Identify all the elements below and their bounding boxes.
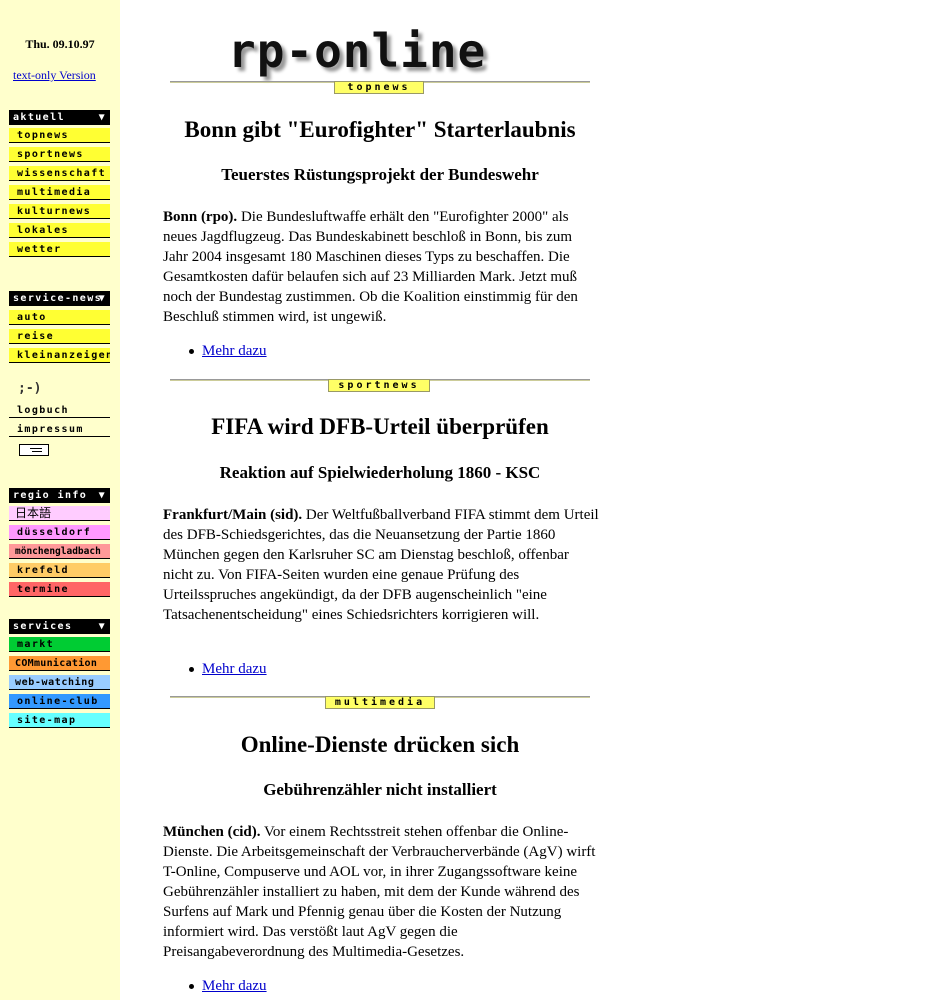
more-link-item: Mehr dazu [189, 661, 267, 678]
article-body: Frankfurt/Main (sid). Der Weltfußballver… [163, 505, 599, 625]
nav-wissenschaft[interactable]: wissenschaft [9, 166, 110, 181]
nav-kulturnews[interactable]: kulturnews [9, 204, 110, 219]
dropdown-arrow-icon: ▼ [98, 293, 106, 304]
services-header[interactable]: services ▼ [9, 619, 110, 634]
section-label-multimedia: multimedia [325, 696, 435, 709]
nav-sportnews[interactable]: sportnews [9, 147, 110, 162]
article-subheadline: Gebührenzähler nicht installiert [263, 780, 497, 799]
bullet-icon [189, 349, 194, 355]
nav-web-watching[interactable]: web-watching [9, 675, 110, 690]
nav-termine[interactable]: termine [9, 582, 110, 597]
more-link[interactable]: Mehr dazu [202, 343, 267, 359]
section-label-topnews: topnews [334, 81, 424, 94]
nav-site-map[interactable]: site-map [9, 713, 110, 728]
site-logo[interactable]: rp-online [228, 26, 486, 76]
article-headline: FIFA wird DFB-Urteil überprüfen [211, 414, 549, 439]
nav-moenchengladbach[interactable]: mönchengladbach [9, 544, 110, 559]
text-only-link[interactable]: text-only Version [13, 68, 96, 83]
nav-reise[interactable]: reise [9, 329, 110, 344]
nav-online-club[interactable]: online-club [9, 694, 110, 709]
nav-krefeld[interactable]: krefeld [9, 563, 110, 578]
bullet-icon [189, 984, 194, 990]
article-dateline: München (cid). [163, 824, 261, 840]
nav-wetter[interactable]: wetter [9, 242, 110, 257]
dropdown-arrow-icon: ▼ [98, 621, 106, 632]
article-body: Bonn (rpo). Die Bundesluftwaffe erhält d… [163, 207, 599, 327]
article-text: Vor einem Rechtsstreit stehen offenbar d… [163, 824, 596, 960]
dropdown-arrow-icon: ▼ [98, 112, 106, 123]
article-headline: Online-Dienste drücken sich [240, 732, 520, 757]
dropdown-arrow-icon: ▼ [98, 490, 106, 501]
service-news-header[interactable]: service-news ▼ [9, 291, 110, 306]
aktuell-header[interactable]: aktuell ▼ [9, 110, 110, 125]
nav-communication[interactable]: COMmunication [9, 656, 110, 671]
more-link[interactable]: Mehr dazu [202, 661, 267, 677]
regio-info-header-label: regio info [13, 490, 88, 501]
nav-topnews[interactable]: topnews [9, 128, 110, 143]
aktuell-header-label: aktuell [13, 112, 65, 123]
nav-lokales[interactable]: lokales [9, 223, 110, 238]
article-body: München (cid). Vor einem Rechtsstreit st… [163, 822, 599, 962]
nav-logbuch[interactable]: logbuch [9, 403, 110, 418]
services-header-label: services [13, 621, 73, 632]
article-headline: Bonn gibt "Eurofighter" Starterlaubnis [184, 117, 576, 142]
article-subheadline: Reaktion auf Spielwiederholung 1860 - KS… [219, 463, 541, 482]
service-news-header-label: service-news [13, 293, 103, 304]
more-link[interactable]: Mehr dazu [202, 978, 267, 994]
article-text: Der Weltfußballverband FIFA stimmt dem U… [163, 507, 599, 623]
mail-icon[interactable] [19, 444, 49, 456]
smiley-label: ;-) [18, 381, 42, 396]
sidebar: Thu. 09.10.97 text-only Version aktuell ▼… [0, 0, 120, 1000]
nav-kleinanzeigen[interactable]: kleinanzeigen [9, 348, 110, 363]
more-link-item: Mehr dazu [189, 978, 267, 995]
nav-multimedia[interactable]: multimedia [9, 185, 110, 200]
nav-auto[interactable]: auto [9, 310, 110, 325]
section-label-sportnews: sportnews [328, 379, 430, 392]
article-dateline: Bonn (rpo). [163, 209, 238, 225]
nav-japanese[interactable]: 日本語 [9, 506, 110, 521]
more-link-item: Mehr dazu [189, 343, 267, 360]
bullet-icon [189, 667, 194, 673]
nav-duesseldorf[interactable]: düsseldorf [9, 525, 110, 540]
article-text: Die Bundesluftwaffe erhält den "Eurofigh… [163, 209, 578, 325]
nav-impressum[interactable]: impressum [9, 422, 110, 437]
date-label: Thu. 09.10.97 [25, 37, 95, 51]
article-dateline: Frankfurt/Main (sid). [163, 507, 303, 523]
article-subheadline: Teuerstes Rüstungsprojekt der Bundeswehr [221, 165, 539, 184]
nav-markt[interactable]: markt [9, 637, 110, 652]
regio-info-header[interactable]: regio info ▼ [9, 488, 110, 503]
